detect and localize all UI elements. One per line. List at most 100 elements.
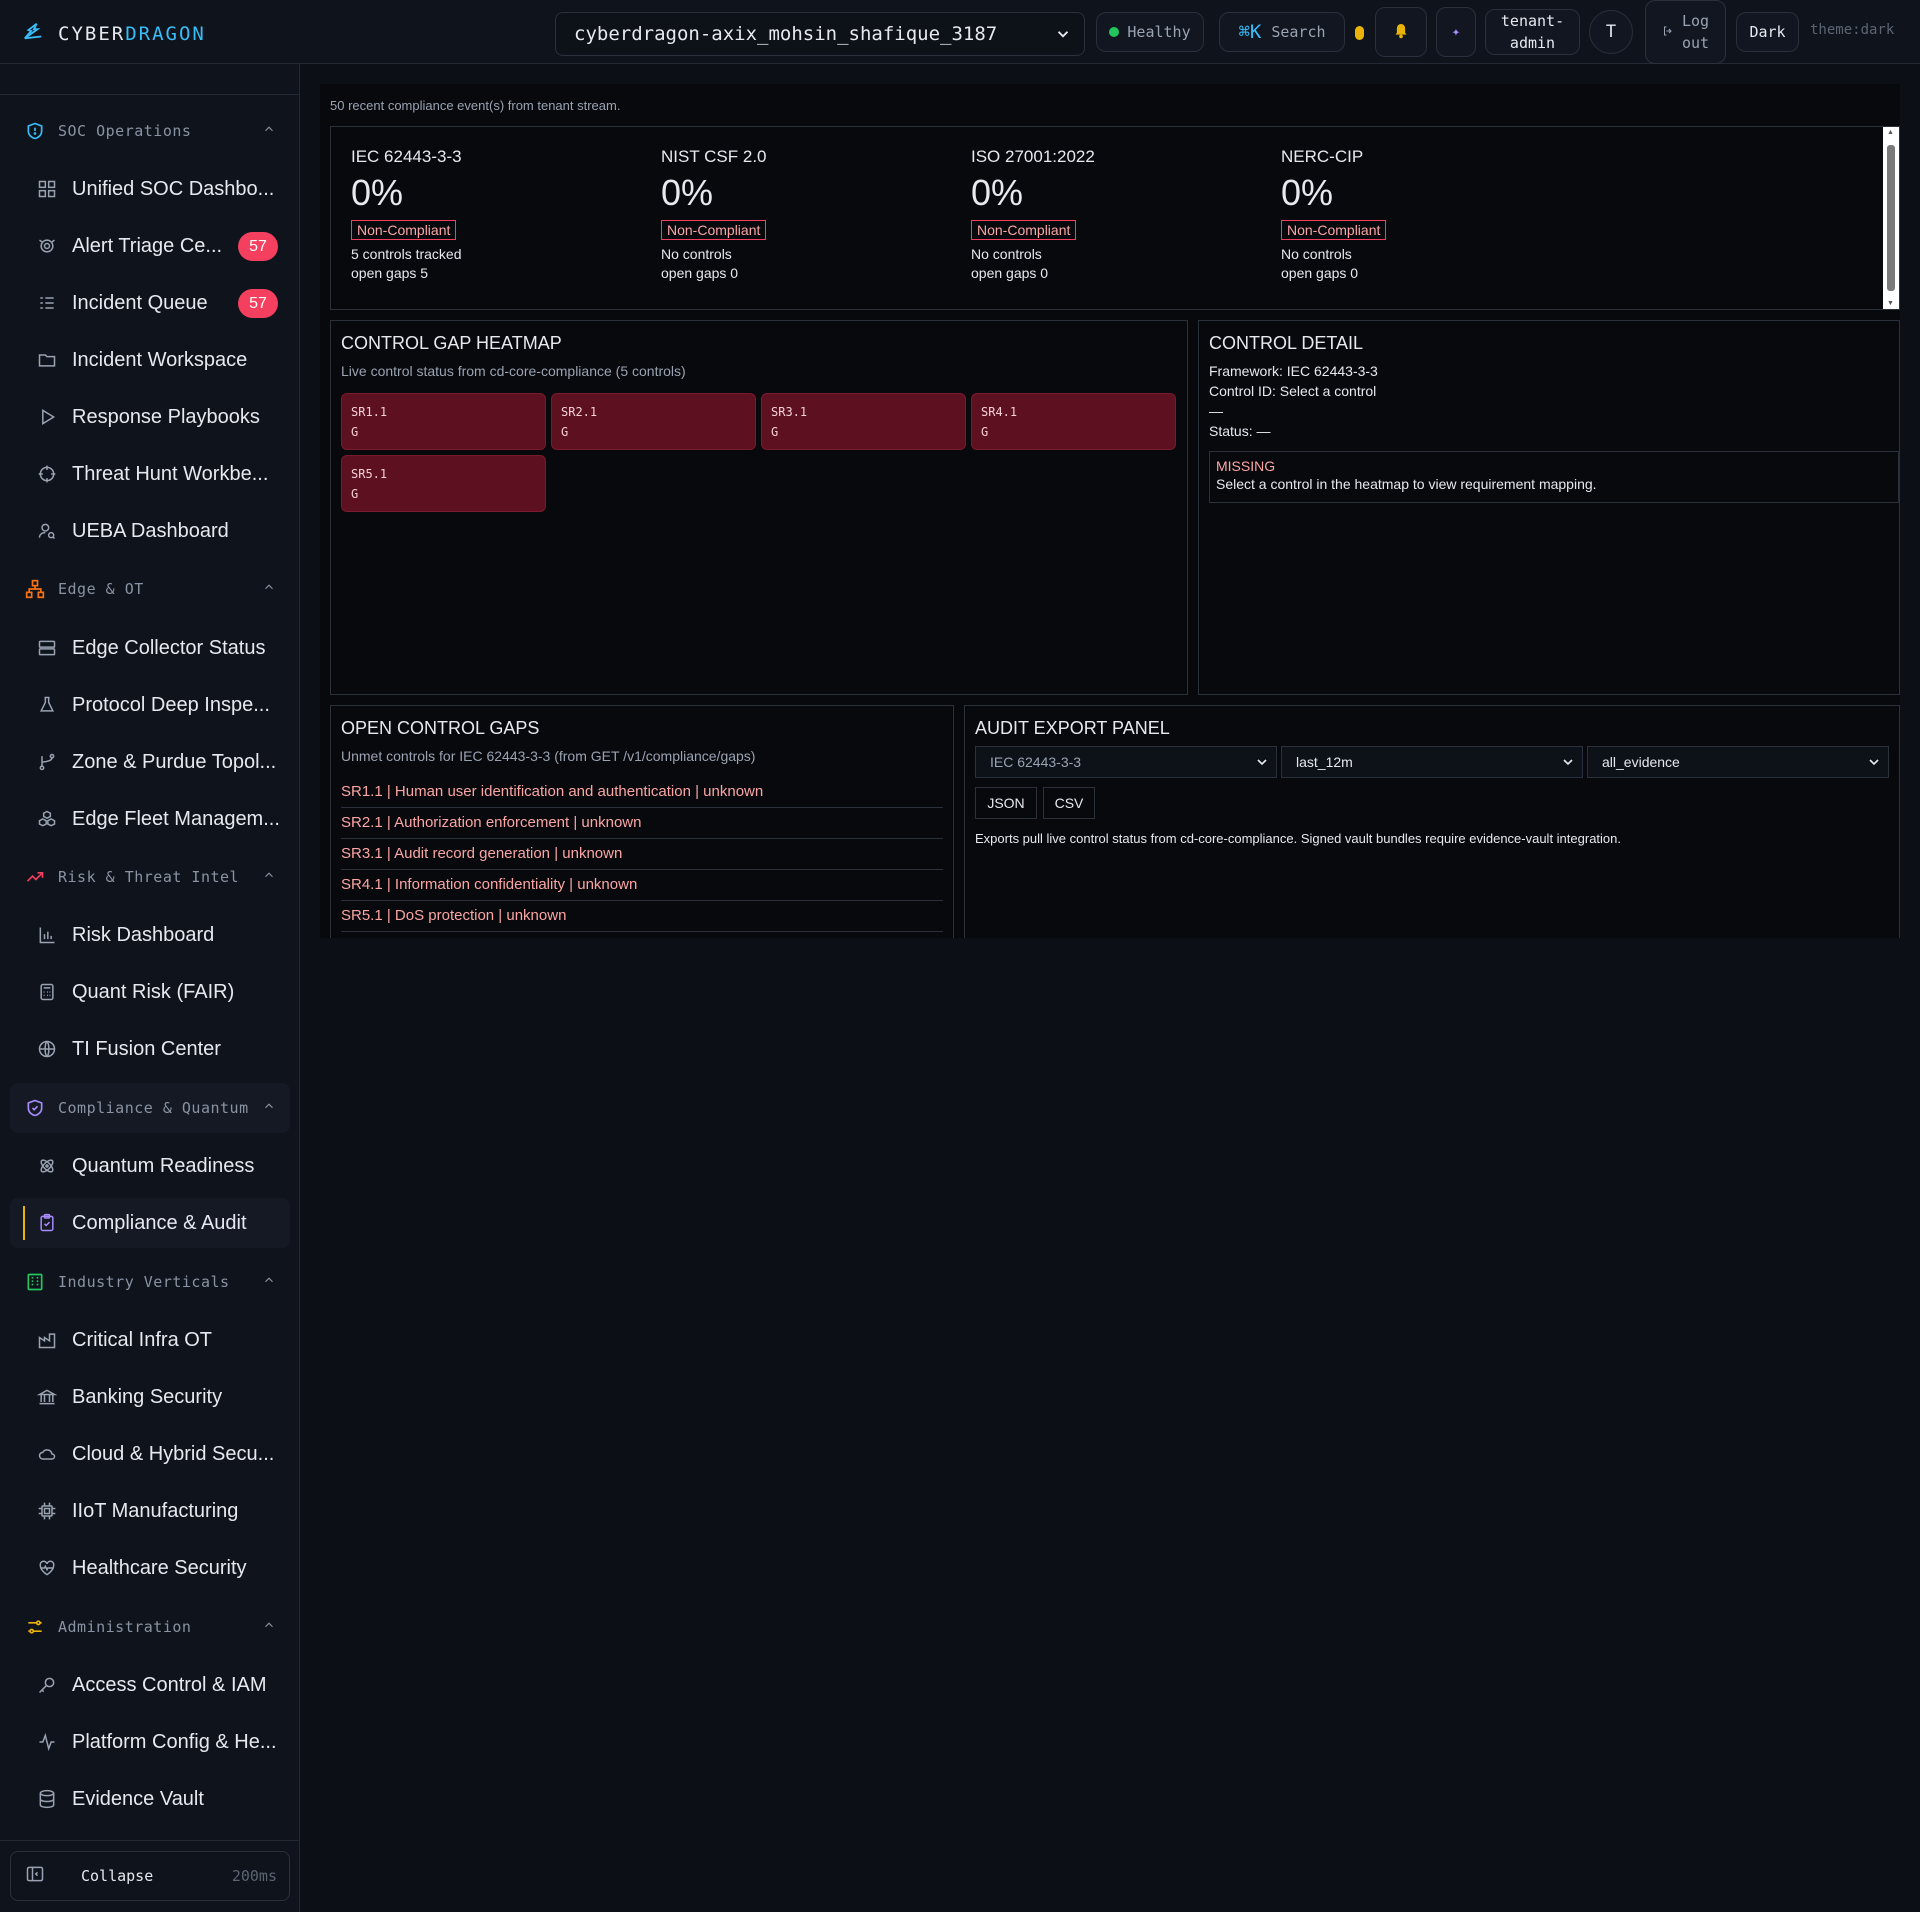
sidebar-item-ti-fusion-center[interactable]: TI Fusion Center bbox=[10, 1024, 290, 1074]
section-label: Compliance & Quantum bbox=[58, 1099, 249, 1117]
framework-name: ISO 27001:2022 bbox=[971, 147, 1095, 166]
sidebar-item-incident-workspace[interactable]: Incident Workspace bbox=[10, 335, 290, 385]
scroll-up-icon[interactable]: ▲ bbox=[1887, 129, 1894, 136]
user-search-icon bbox=[36, 520, 58, 542]
sidebar-divider bbox=[0, 94, 300, 95]
panel-left-icon bbox=[25, 1864, 45, 1888]
evidence-scope-select[interactable]: all_evidence bbox=[1587, 746, 1889, 778]
events-note: 50 recent compliance event(s) from tenan… bbox=[330, 98, 621, 113]
sidebar-item-access-control-iam[interactable]: Access Control & IAM bbox=[10, 1660, 290, 1710]
section-industry-verticals[interactable]: Industry Verticals bbox=[10, 1257, 290, 1307]
sidebar-item-label: Critical Infra OT bbox=[72, 1328, 213, 1351]
sidebar-item-critical-infra-ot[interactable]: Critical Infra OT bbox=[10, 1315, 290, 1365]
section-risk-threat-intel[interactable]: Risk & Threat Intel bbox=[10, 852, 290, 902]
gap-row[interactable]: SR4.1 | Information confidentiality | un… bbox=[341, 870, 943, 901]
sidebar-item-zone-purdue-topology[interactable]: Zone & Purdue Topol... bbox=[10, 737, 290, 787]
framework-select-value: IEC 62443-3-3 bbox=[990, 754, 1082, 770]
main-content: 50 recent compliance event(s) from tenan… bbox=[320, 84, 1900, 938]
export-csv-button[interactable]: CSV bbox=[1043, 787, 1095, 819]
sidebar-item-platform-config-health[interactable]: Platform Config & He... bbox=[10, 1717, 290, 1767]
tenant-select[interactable]: cyberdragon-axix_mohsin_shafique_3187 bbox=[555, 12, 1085, 56]
theme-toggle-button[interactable]: Dark bbox=[1736, 12, 1799, 52]
scroll-down-icon[interactable]: ▼ bbox=[1887, 300, 1894, 307]
heatmap-tile[interactable]: SR2.1 G bbox=[551, 393, 756, 450]
panel-subtitle: Live control status from cd-core-complia… bbox=[341, 363, 686, 379]
sidebar-item-healthcare-security[interactable]: Healthcare Security bbox=[10, 1543, 290, 1593]
control-grade: G bbox=[351, 487, 359, 501]
sidebar-item-alert-triage[interactable]: Alert Triage Ce... 57 bbox=[10, 221, 290, 271]
time-range-select[interactable]: last_12m bbox=[1281, 746, 1583, 778]
framework-score: 0% bbox=[971, 172, 1024, 213]
gap-row[interactable]: SR2.1 | Authorization enforcement | unkn… bbox=[341, 808, 943, 839]
sidebar-item-risk-dashboard[interactable]: Risk Dashboard bbox=[10, 910, 290, 960]
framework-card[interactable]: NIST CSF 2.0 0% Non-Compliant No control… bbox=[661, 147, 941, 281]
framework-gaps: open gaps 5 bbox=[351, 265, 429, 281]
heatmap-tile[interactable]: SR3.1 G bbox=[761, 393, 966, 450]
section-edge-ot[interactable]: Edge & OT bbox=[10, 564, 290, 614]
framework-controls: No controls bbox=[661, 246, 732, 262]
sidebar-item-incident-queue[interactable]: Incident Queue 57 bbox=[10, 278, 290, 328]
notifications-button[interactable] bbox=[1375, 7, 1427, 57]
role-line-2: admin bbox=[1509, 34, 1556, 52]
chevron-up-icon bbox=[262, 122, 276, 140]
sidebar-item-quantum-readiness[interactable]: Quantum Readiness bbox=[10, 1141, 290, 1191]
panel-title: AUDIT EXPORT PANEL bbox=[975, 718, 1170, 738]
framework-card[interactable]: ISO 27001:2022 0% Non-Compliant No contr… bbox=[971, 147, 1251, 281]
brand-logo[interactable]: CYBERDRAGON bbox=[22, 20, 206, 47]
scrollbar-thumb[interactable] bbox=[1887, 145, 1895, 291]
section-administration[interactable]: Administration bbox=[10, 1602, 290, 1652]
collapse-label: Collapse bbox=[81, 1867, 154, 1885]
logout-button[interactable]: Log out bbox=[1645, 0, 1726, 64]
sidebar-item-label: Evidence Vault bbox=[72, 1787, 204, 1810]
heatmap-tile[interactable]: SR4.1 G bbox=[971, 393, 1176, 450]
search-button[interactable]: ⌘K Search bbox=[1219, 12, 1345, 52]
missing-mapping-box: MISSING Select a control in the heatmap … bbox=[1209, 451, 1899, 503]
top-bar: CYBERDRAGON cyberdragon-axix_mohsin_shaf… bbox=[0, 0, 1920, 64]
heatmap-tile[interactable]: SR1.1 G bbox=[341, 393, 546, 450]
heatmap-tile[interactable]: SR5.1 G bbox=[341, 455, 546, 512]
framework-scores: IEC 62443-3-3 0% Non-Compliant 5 control… bbox=[330, 126, 1900, 310]
sidebar-item-quant-risk[interactable]: Quant Risk (FAIR) bbox=[10, 967, 290, 1017]
sidebar-item-label: Edge Collector Status bbox=[72, 636, 266, 659]
role-badge[interactable]: tenant- admin bbox=[1485, 9, 1580, 55]
gap-row[interactable]: SR1.1 | Human user identification and au… bbox=[341, 777, 943, 808]
activity-icon bbox=[36, 1731, 58, 1753]
sidebar-item-iiot-manufacturing[interactable]: IIoT Manufacturing bbox=[10, 1486, 290, 1536]
detail-framework: Framework: IEC 62443-3-3 bbox=[1209, 363, 1378, 379]
framework-select[interactable]: IEC 62443-3-3 bbox=[975, 746, 1277, 778]
open-control-gaps-panel: OPEN CONTROL GAPS Unmet controls for IEC… bbox=[330, 705, 954, 938]
sidebar-item-response-playbooks[interactable]: Response Playbooks bbox=[10, 392, 290, 442]
detail-status: Status: — bbox=[1209, 423, 1271, 439]
section-soc-operations[interactable]: SOC Operations bbox=[10, 106, 290, 156]
sidebar-item-compliance-audit[interactable]: Compliance & Audit bbox=[10, 1198, 290, 1248]
gap-row[interactable]: SR3.1 | Audit record generation | unknow… bbox=[341, 839, 943, 870]
gap-row[interactable]: SR5.1 | DoS protection | unknown bbox=[341, 901, 943, 932]
cloud-icon bbox=[36, 1443, 58, 1465]
bank-icon bbox=[36, 1386, 58, 1408]
framework-card[interactable]: IEC 62443-3-3 0% Non-Compliant 5 control… bbox=[351, 147, 631, 281]
export-json-button[interactable]: JSON bbox=[975, 787, 1037, 819]
section-compliance-quantum[interactable]: Compliance & Quantum bbox=[10, 1083, 290, 1133]
sparkle-icon: ✦ bbox=[1451, 24, 1461, 40]
theme-toggle-label: Dark bbox=[1749, 23, 1786, 41]
sidebar-item-threat-hunt[interactable]: Threat Hunt Workbe... bbox=[10, 449, 290, 499]
sidebar-item-edge-fleet-management[interactable]: Edge Fleet Managem... bbox=[10, 794, 290, 844]
sidebar-item-banking-security[interactable]: Banking Security bbox=[10, 1372, 290, 1422]
count-badge: 57 bbox=[238, 232, 278, 261]
user-avatar[interactable]: T bbox=[1589, 10, 1633, 54]
sidebar-item-edge-collector-status[interactable]: Edge Collector Status bbox=[10, 623, 290, 673]
bar-chart-icon bbox=[36, 924, 58, 946]
logout-line-2: out bbox=[1681, 34, 1710, 52]
vertical-scrollbar[interactable]: ▲ ▼ bbox=[1883, 127, 1899, 309]
health-status[interactable]: Healthy bbox=[1096, 12, 1204, 52]
ai-assistant-button[interactable]: ✦ bbox=[1436, 7, 1476, 57]
collapse-sidebar-button[interactable]: Collapse 200ms bbox=[10, 1851, 290, 1901]
sidebar-item-protocol-deep-inspection[interactable]: Protocol Deep Inspe... bbox=[10, 680, 290, 730]
sidebar-item-evidence-vault[interactable]: Evidence Vault bbox=[10, 1774, 290, 1824]
sidebar-item-ueba-dashboard[interactable]: UEBA Dashboard bbox=[10, 506, 290, 556]
sidebar-item-unified-soc-dashboard[interactable]: Unified SOC Dashbo... bbox=[10, 164, 290, 214]
framework-controls: No controls bbox=[971, 246, 1042, 262]
sidebar-item-cloud-hybrid-security[interactable]: Cloud & Hybrid Secu... bbox=[10, 1429, 290, 1479]
play-icon bbox=[36, 406, 58, 428]
framework-card[interactable]: NERC-CIP 0% Non-Compliant No controls op… bbox=[1281, 147, 1561, 281]
